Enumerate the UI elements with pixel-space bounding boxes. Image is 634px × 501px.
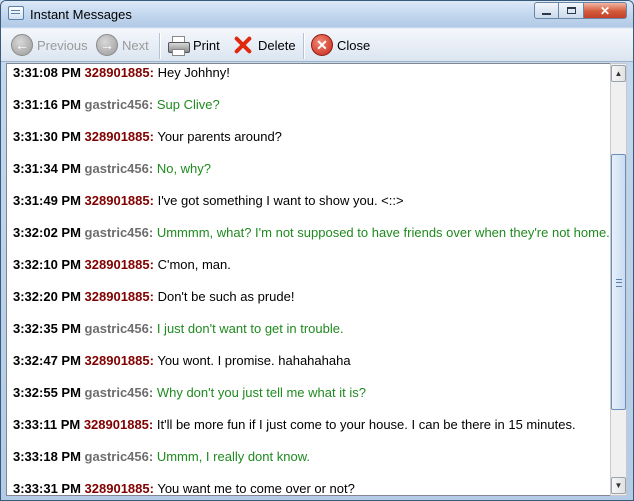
message-row: 3:32:20 PM 328901885: Don't be such as p…: [13, 289, 294, 305]
close-icon: ✕: [311, 34, 333, 56]
message-timestamp: 3:32:20 PM: [13, 289, 81, 304]
close-button[interactable]: ✕ Close: [311, 32, 370, 58]
message-sender: 328901885:: [84, 65, 154, 80]
minimize-icon: [542, 12, 551, 15]
message-text: Ummmm, what? I'm not supposed to have fr…: [156, 225, 610, 240]
message-sender: 328901885:: [84, 481, 154, 496]
toolbar-separator: [303, 33, 304, 59]
next-button[interactable]: → Next: [96, 32, 149, 58]
message-row: 3:31:34 PM gastric456: No, why?: [13, 161, 211, 177]
print-button[interactable]: Print: [167, 32, 220, 58]
message-row: 3:32:55 PM gastric456: Why don't you jus…: [13, 385, 366, 401]
instant-messages-window: Instant Messages ✕ ← Previous → Next Pri…: [0, 0, 634, 501]
scroll-down-button[interactable]: ▼: [611, 477, 626, 494]
arrow-left-icon: ←: [11, 34, 33, 56]
message-sender: gastric456:: [84, 321, 154, 336]
message-row: 3:32:47 PM 328901885: You wont. I promis…: [13, 353, 351, 369]
printer-icon: [167, 35, 190, 56]
message-row: 3:31:49 PM 328901885: I've got something…: [13, 193, 404, 209]
message-text: I've got something I want to show you. <…: [157, 193, 404, 208]
scroll-up-button[interactable]: ▲: [611, 65, 626, 82]
message-sender: gastric456:: [84, 161, 154, 176]
message-timestamp: 3:33:31 PM: [13, 481, 81, 496]
message-timestamp: 3:31:08 PM: [13, 65, 81, 80]
chat-window-icon: [8, 6, 24, 20]
message-text: Don't be such as prude!: [157, 289, 295, 304]
scroll-thumb[interactable]: [611, 154, 626, 410]
toolbar: ← Previous → Next Print Delete ✕ Close: [1, 28, 633, 62]
message-text: You want me to come over or not?: [157, 481, 355, 496]
scroll-down-arrow-icon: ▼: [614, 481, 623, 490]
close-label: Close: [337, 37, 371, 53]
message-sender: 328901885:: [84, 257, 154, 272]
message-timestamp: 3:31:34 PM: [13, 161, 81, 176]
message-text: Your parents around?: [157, 129, 282, 144]
message-text: Hey Johhny!: [157, 65, 230, 80]
message-text: Ummm, I really dont know.: [156, 449, 310, 464]
message-row: 3:32:10 PM 328901885: C'mon, man.: [13, 257, 231, 273]
message-sender: gastric456:: [84, 385, 154, 400]
message-sender: 328901885:: [84, 129, 154, 144]
message-text: Why don't you just tell me what it is?: [156, 385, 366, 400]
message-sender: gastric456:: [84, 449, 154, 464]
message-timestamp: 3:31:30 PM: [13, 129, 81, 144]
title-bar[interactable]: Instant Messages ✕: [1, 1, 633, 27]
delete-x-icon: [232, 34, 254, 56]
previous-label: Previous: [37, 37, 88, 53]
maximize-icon: [566, 7, 576, 14]
message-timestamp: 3:32:55 PM: [13, 385, 81, 400]
message-timestamp: 3:32:10 PM: [13, 257, 81, 272]
grip-icon: [616, 279, 622, 287]
print-label: Print: [193, 37, 220, 53]
toolbar-separator: [159, 33, 160, 59]
message-sender: gastric456:: [84, 225, 154, 240]
message-row: 3:33:11 PM 328901885: It'll be more fun …: [13, 417, 576, 433]
message-sender: gastric456:: [84, 97, 154, 112]
minimize-button[interactable]: [534, 2, 559, 19]
message-text: You wont. I promise. hahahahaha: [157, 353, 351, 368]
message-text: No, why?: [156, 161, 212, 176]
message-sender: 328901885:: [83, 417, 154, 432]
message-timestamp: 3:33:11 PM: [13, 417, 81, 432]
delete-label: Delete: [258, 37, 296, 53]
window-controls: ✕: [534, 2, 627, 20]
message-row: 3:31:16 PM gastric456: Sup Clive?: [13, 97, 220, 113]
message-log[interactable]: 3:31:08 PM 328901885: Hey Johhny! 3:31:16…: [6, 63, 611, 496]
message-row: 3:31:30 PM 328901885: Your parents aroun…: [13, 129, 282, 145]
message-row: 3:33:18 PM gastric456: Ummm, I really do…: [13, 449, 310, 465]
vertical-scrollbar[interactable]: ▲ ▼: [610, 63, 627, 496]
message-row: 3:33:31 PM 328901885: You want me to com…: [13, 481, 355, 496]
arrow-right-icon: →: [96, 34, 118, 56]
message-sender: 328901885:: [84, 289, 154, 304]
window-close-button[interactable]: ✕: [584, 2, 627, 19]
message-timestamp: 3:31:16 PM: [13, 97, 81, 112]
scroll-up-arrow-icon: ▲: [614, 69, 623, 78]
message-text: C'mon, man.: [157, 257, 231, 272]
message-text: It'll be more fun if I just come to your…: [156, 417, 576, 432]
message-row: 3:32:35 PM gastric456: I just don't want…: [13, 321, 344, 337]
window-title: Instant Messages: [30, 7, 132, 22]
message-timestamp: 3:32:02 PM: [13, 225, 81, 240]
next-label: Next: [122, 37, 149, 53]
message-timestamp: 3:32:47 PM: [13, 353, 81, 368]
message-sender: 328901885:: [84, 193, 154, 208]
message-row: 3:32:02 PM gastric456: Ummmm, what? I'm …: [13, 225, 610, 241]
delete-button[interactable]: Delete: [232, 32, 296, 58]
maximize-button[interactable]: [559, 2, 584, 19]
message-timestamp: 3:32:35 PM: [13, 321, 81, 336]
message-text: Sup Clive?: [156, 97, 220, 112]
message-timestamp: 3:31:49 PM: [13, 193, 81, 208]
message-sender: 328901885:: [84, 353, 154, 368]
message-text: I just don't want to get in trouble.: [156, 321, 344, 336]
message-timestamp: 3:33:18 PM: [13, 449, 81, 464]
previous-button[interactable]: ← Previous: [11, 32, 88, 58]
close-x-icon: ✕: [599, 3, 611, 18]
message-row: 3:31:08 PM 328901885: Hey Johhny!: [13, 65, 230, 81]
